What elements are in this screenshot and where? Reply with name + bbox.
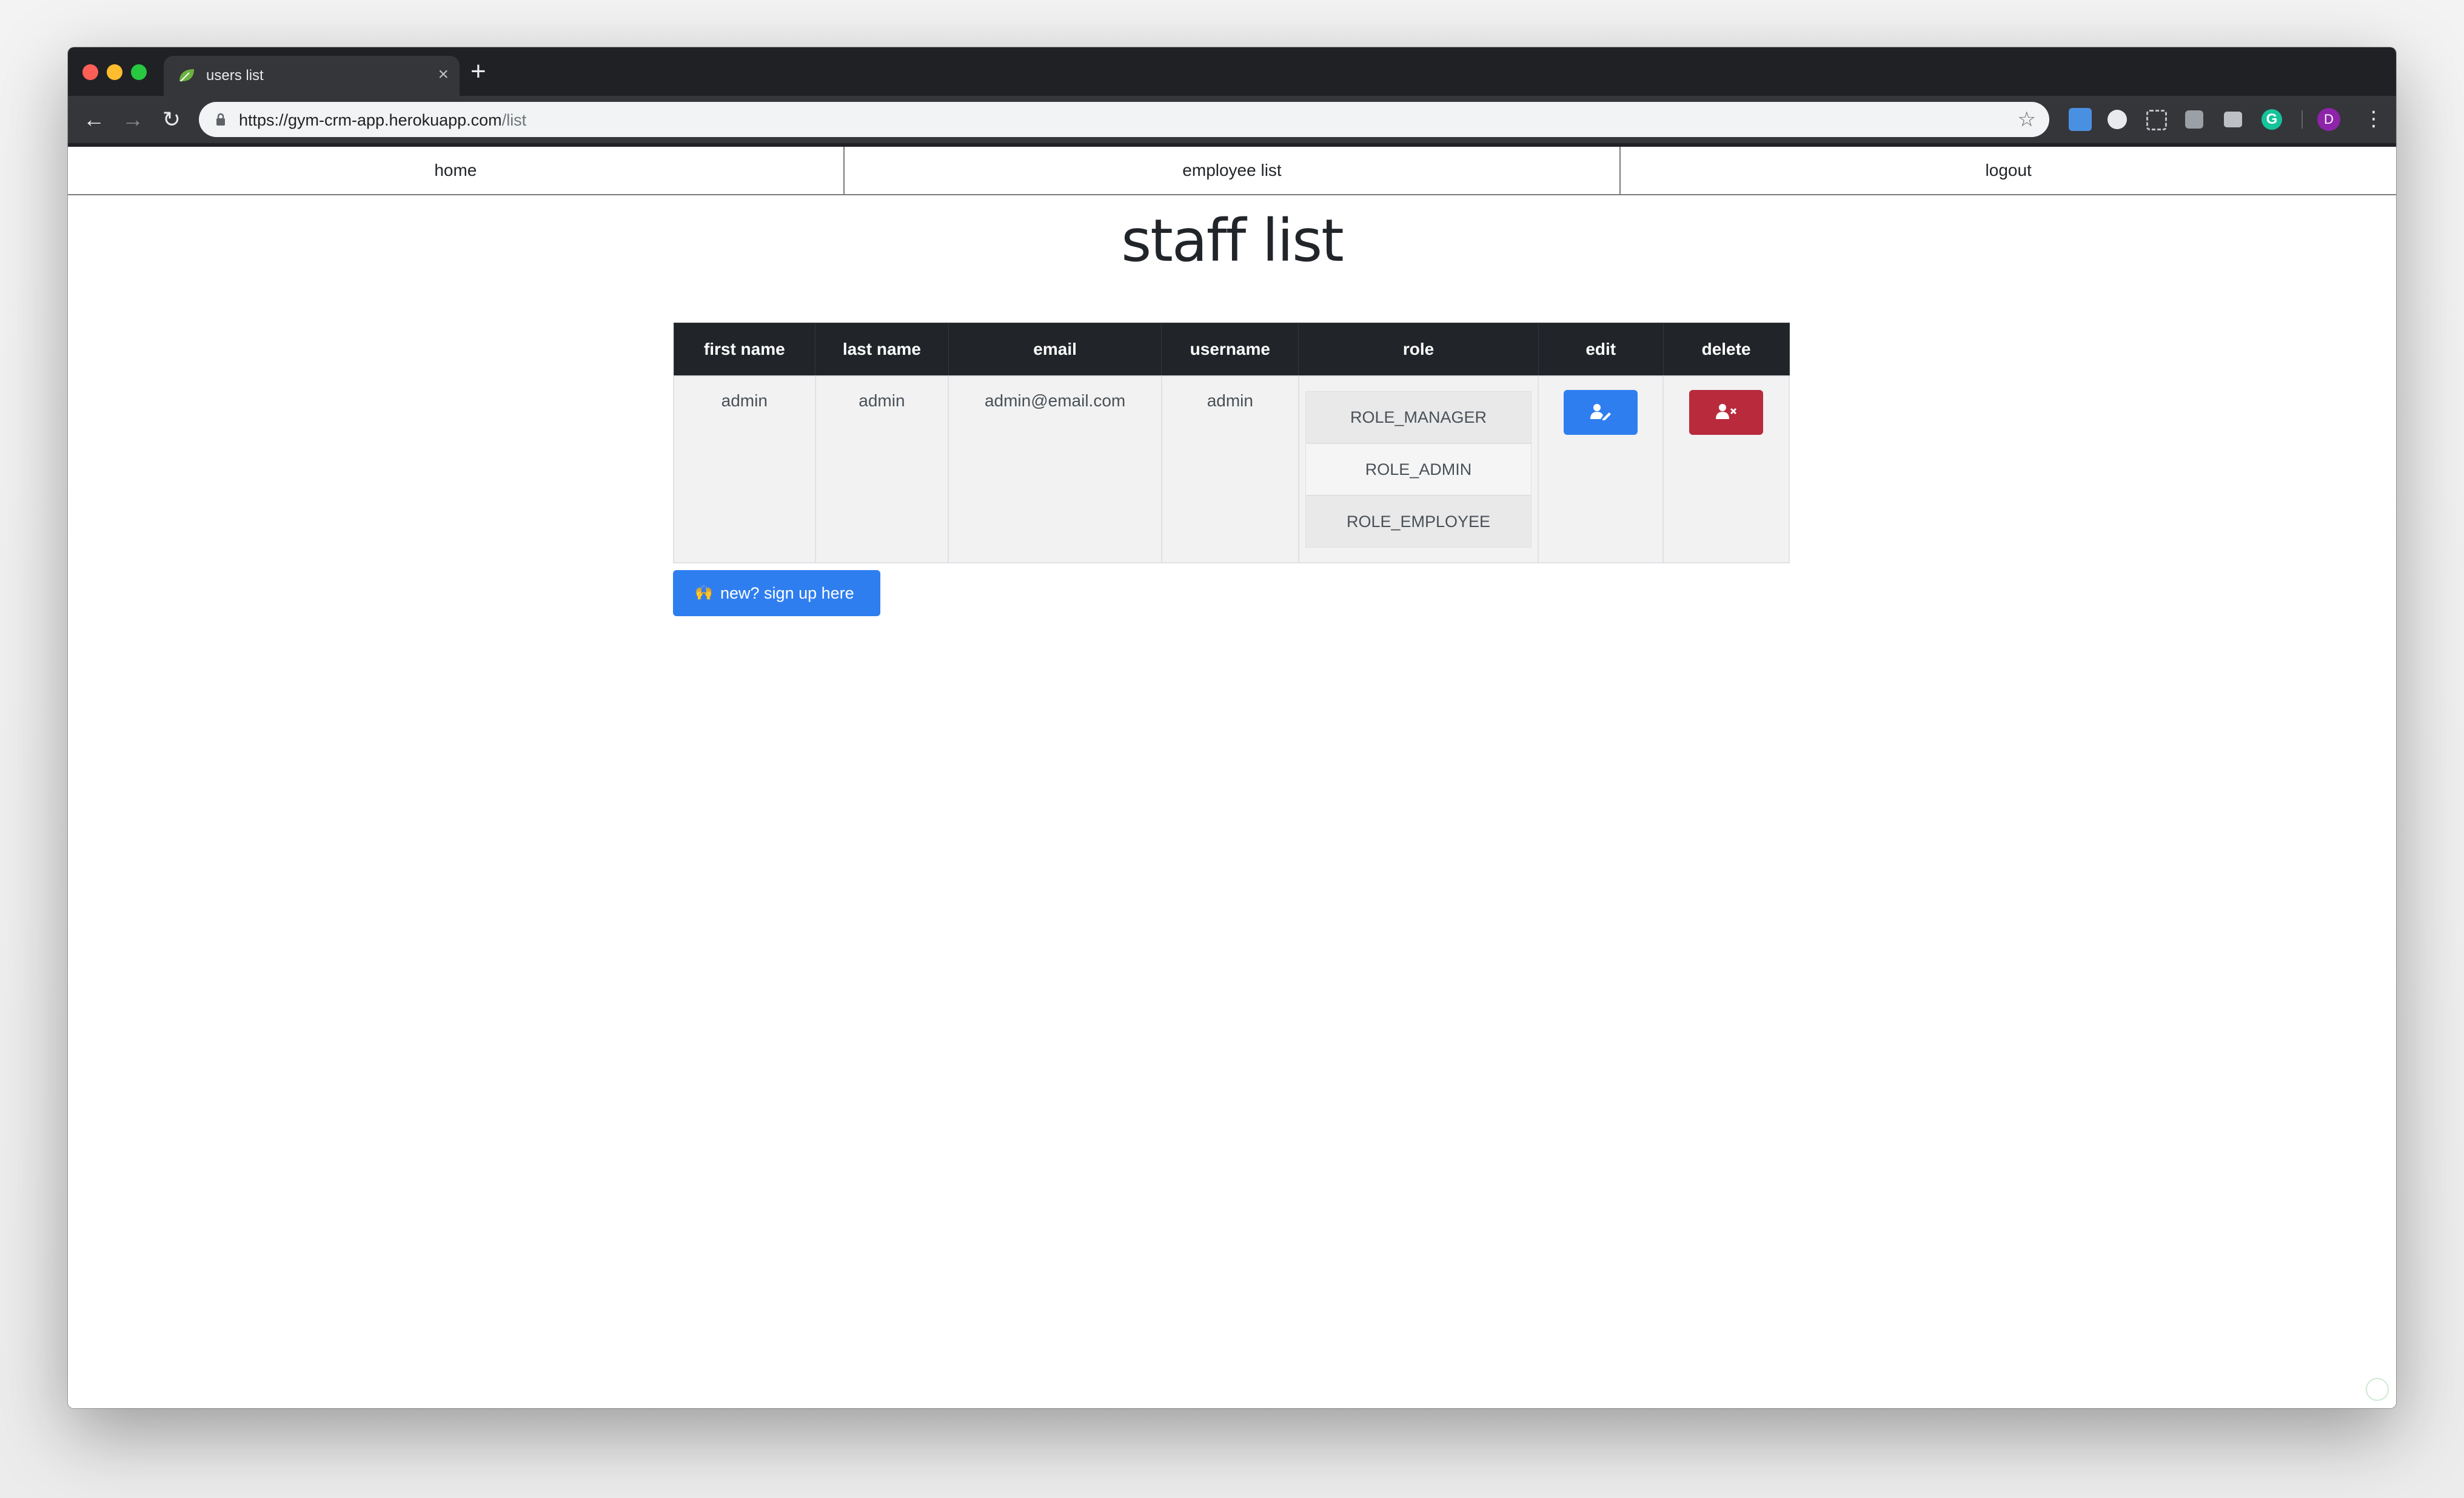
user-edit-icon — [1590, 404, 1612, 420]
maximize-window-button[interactable] — [131, 64, 147, 80]
browser-toolbar: ← → ↻ https://gym-crm-app.herokuapp.com/… — [68, 96, 2396, 147]
tab-title: users list — [206, 67, 264, 84]
cell-delete — [1662, 375, 1790, 563]
url-text: https://gym-crm-app.herokuapp.com/list — [239, 110, 526, 130]
column-header-email: email — [948, 323, 1162, 377]
raised-hands-icon: 🙌 — [695, 585, 713, 601]
column-header-first-name: first name — [673, 323, 816, 377]
page-title: staff list — [1121, 207, 1344, 275]
cell-last-name: admin — [814, 375, 949, 563]
url-path: /list — [501, 111, 527, 129]
staff-table: first name last name email username role… — [673, 323, 1790, 563]
close-icon[interactable]: × — [438, 64, 449, 85]
back-arrow-icon[interactable]: ← — [81, 107, 107, 132]
browser-window: users list × + ← → ↻ https://gym-crm-app… — [68, 47, 2396, 1408]
role-item: ROLE_ADMIN — [1305, 443, 1532, 495]
toolbar-divider — [2302, 110, 2303, 129]
page-content: home employee list logout staff list fir… — [68, 147, 2396, 1408]
nav-home-link[interactable]: home — [68, 147, 845, 194]
column-header-delete: delete — [1662, 323, 1790, 377]
shield-icon — [2366, 1378, 2389, 1401]
table-row: admin admin admin@email.com admin ROLE_M… — [673, 375, 1790, 563]
forward-arrow-icon[interactable]: → — [120, 107, 146, 132]
extension-camera-icon[interactable] — [2224, 112, 2242, 127]
cell-first-name: admin — [673, 375, 816, 563]
cell-edit — [1538, 375, 1664, 563]
profile-avatar[interactable]: D — [2317, 108, 2340, 131]
top-navigation: home employee list logout — [68, 147, 2396, 195]
column-header-edit: edit — [1538, 323, 1664, 377]
reload-icon[interactable]: ↻ — [159, 107, 184, 132]
nav-employee-list-link[interactable]: employee list — [845, 147, 1621, 194]
sign-up-label: new? sign up here — [720, 584, 854, 602]
more-menu-icon[interactable]: ⋮ — [2363, 106, 2384, 132]
address-bar[interactable]: https://gym-crm-app.herokuapp.com/list ☆ — [199, 102, 2049, 137]
url-host: https://gym-crm-app.herokuapp.com — [239, 111, 502, 129]
column-header-role: role — [1298, 323, 1539, 377]
extension-screenshot-icon[interactable] — [2146, 110, 2167, 130]
extension-calendar-icon[interactable] — [2069, 108, 2092, 131]
cell-roles: ROLE_MANAGER ROLE_ADMIN ROLE_EMPLOYEE — [1297, 375, 1539, 563]
cell-email: admin@email.com — [948, 375, 1162, 563]
delete-user-button[interactable] — [1689, 390, 1764, 435]
extension-globe-icon[interactable] — [2107, 110, 2127, 129]
extension-translate-icon[interactable] — [2185, 110, 2203, 129]
role-item: ROLE_EMPLOYEE — [1305, 495, 1532, 548]
leaf-icon — [179, 69, 194, 82]
column-header-last-name: last name — [815, 323, 949, 377]
role-list: ROLE_MANAGER ROLE_ADMIN ROLE_EMPLOYEE — [1305, 391, 1532, 548]
role-item: ROLE_MANAGER — [1305, 391, 1532, 443]
lock-icon — [216, 113, 225, 126]
column-header-username: username — [1161, 323, 1299, 377]
user-delete-icon — [1716, 404, 1737, 419]
bookmark-star-icon[interactable]: ☆ — [2018, 108, 2036, 131]
table-header-row: first name last name email username role… — [673, 323, 1790, 377]
nav-logout-link[interactable]: logout — [1621, 147, 2396, 194]
tab-strip: users list × + — [68, 47, 2396, 96]
new-tab-button[interactable]: + — [470, 58, 486, 85]
grammarly-icon[interactable]: G — [2261, 109, 2282, 130]
cell-username: admin — [1160, 375, 1299, 563]
edit-user-button[interactable] — [1564, 390, 1638, 435]
sign-up-button[interactable]: 🙌 new? sign up here — [673, 570, 880, 616]
close-window-button[interactable] — [82, 64, 98, 80]
tab-users-list[interactable]: users list × — [164, 56, 460, 96]
minimize-window-button[interactable] — [107, 64, 122, 80]
